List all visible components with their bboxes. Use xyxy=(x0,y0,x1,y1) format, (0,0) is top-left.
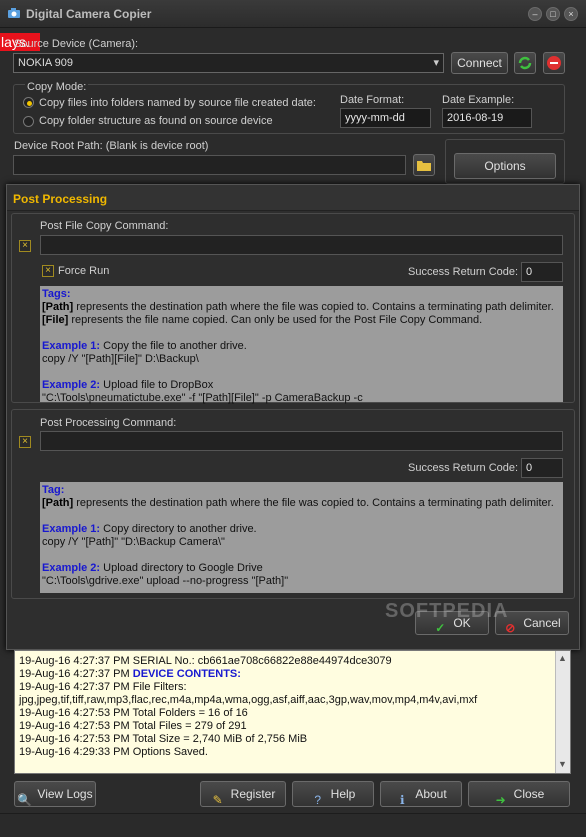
device-selected-value: NOKIA 909 xyxy=(18,57,74,69)
stop-icon xyxy=(547,56,561,70)
device-select[interactable]: NOKIA 909 ▾ xyxy=(13,53,444,73)
refresh-icon xyxy=(518,56,532,70)
copy-mode-label: Copy Mode: xyxy=(25,81,89,93)
date-format-input[interactable]: yyyy-mm-dd xyxy=(340,108,431,128)
refresh-button[interactable] xyxy=(514,52,536,74)
success-code-label: Success Return Code: xyxy=(408,266,519,278)
device-root-input[interactable] xyxy=(13,155,406,175)
options-button[interactable]: Options xyxy=(454,153,556,179)
window-title: Digital Camera Copier xyxy=(26,7,152,21)
log-line: 19-Aug-16 4:27:53 PM Total Size = 2,740 … xyxy=(19,733,308,745)
camera-app-icon xyxy=(8,8,20,18)
success-code-input[interactable]: 0 xyxy=(521,262,563,282)
search-icon: 🔍 xyxy=(17,792,33,807)
force-run-label: Force Run xyxy=(58,265,110,277)
post-processing-label: Post Processing Command: xyxy=(40,417,177,429)
radio-date-folders[interactable] xyxy=(23,97,34,108)
status-bar xyxy=(0,813,586,837)
log-line: 19-Aug-16 4:29:33 PM Options Saved. xyxy=(19,746,208,758)
title-bar: Digital Camera Copier – □ × xyxy=(0,0,586,28)
file-copy-help: Tags: [Path] represents the destination … xyxy=(40,286,563,404)
pen-icon: ✎ xyxy=(212,792,223,807)
browse-button[interactable] xyxy=(413,154,435,176)
log-line: jpg,jpeg,tif,tiff,raw,mp3,flac,rec,m4a,m… xyxy=(19,694,478,706)
log-line: 19-Aug-16 4:27:37 PM DEVICE CONTENTS: xyxy=(19,668,241,680)
close-window-icon[interactable]: × xyxy=(564,7,578,21)
log-scrollbar[interactable]: ▲ ▼ xyxy=(555,651,570,773)
radio-date-folders-label: Copy files into folders named by source … xyxy=(39,97,316,109)
post-file-copy-label: Post File Copy Command: xyxy=(40,220,169,232)
post-processing-dialog: Post Processing Post File Copy Command: … xyxy=(6,184,580,650)
success-code-2-input[interactable]: 0 xyxy=(521,458,563,478)
radio-folder-structure-label: Copy folder structure as found on source… xyxy=(39,115,273,127)
view-logs-button[interactable]: 🔍 View Logs xyxy=(14,781,96,807)
folder-icon xyxy=(417,161,431,171)
radio-folder-structure[interactable] xyxy=(23,116,34,127)
help-icon: ? xyxy=(314,792,321,807)
log-line: 19-Aug-16 4:27:53 PM Total Folders = 16 … xyxy=(19,707,248,719)
scroll-down-icon[interactable]: ▼ xyxy=(558,759,567,769)
post-processing-checkbox[interactable]: × xyxy=(19,436,31,448)
close-button[interactable]: ➜ Close xyxy=(468,781,570,807)
log-panel: 19-Aug-16 4:27:37 PM SERIAL No.: cb661ae… xyxy=(14,650,571,774)
device-root-label: Device Root Path: (Blank is device root) xyxy=(14,140,209,152)
chevron-down-icon: ▾ xyxy=(433,57,439,69)
disconnect-button[interactable] xyxy=(543,52,565,74)
post-file-copy-input[interactable] xyxy=(40,235,563,255)
date-example-label: Date Example: xyxy=(442,94,515,106)
watermark: SOFTPEDIA xyxy=(385,600,509,622)
date-example-value: 2016-08-19 xyxy=(442,108,532,128)
scroll-up-icon[interactable]: ▲ xyxy=(558,653,567,663)
dialog-title: Post Processing xyxy=(7,185,579,211)
connect-button[interactable]: Connect xyxy=(451,52,508,74)
date-format-label: Date Format: xyxy=(340,94,405,106)
force-run-checkbox[interactable]: × xyxy=(42,265,54,277)
post-file-copy-checkbox[interactable]: × xyxy=(19,240,31,252)
source-device-label: Source Device (Camera): xyxy=(14,38,139,50)
about-button[interactable]: ℹ About xyxy=(380,781,462,807)
log-line: 19-Aug-16 4:27:53 PM Total Files = 279 o… xyxy=(19,720,247,732)
maximize-icon[interactable]: □ xyxy=(546,7,560,21)
exit-door-icon: ➜ xyxy=(495,792,506,807)
info-icon: ℹ xyxy=(400,792,405,807)
post-processing-input[interactable] xyxy=(40,431,563,451)
post-processing-help: Tag: [Path] represents the destination p… xyxy=(40,482,563,593)
register-button[interactable]: ✎ Register xyxy=(200,781,286,807)
log-line: 19-Aug-16 4:27:37 PM File Filters: xyxy=(19,681,187,693)
success-code-2-label: Success Return Code: xyxy=(408,462,519,474)
help-button[interactable]: ? Help xyxy=(292,781,374,807)
log-line: 19-Aug-16 4:27:37 PM SERIAL No.: cb661ae… xyxy=(19,655,392,667)
minimize-icon[interactable]: – xyxy=(528,7,542,21)
